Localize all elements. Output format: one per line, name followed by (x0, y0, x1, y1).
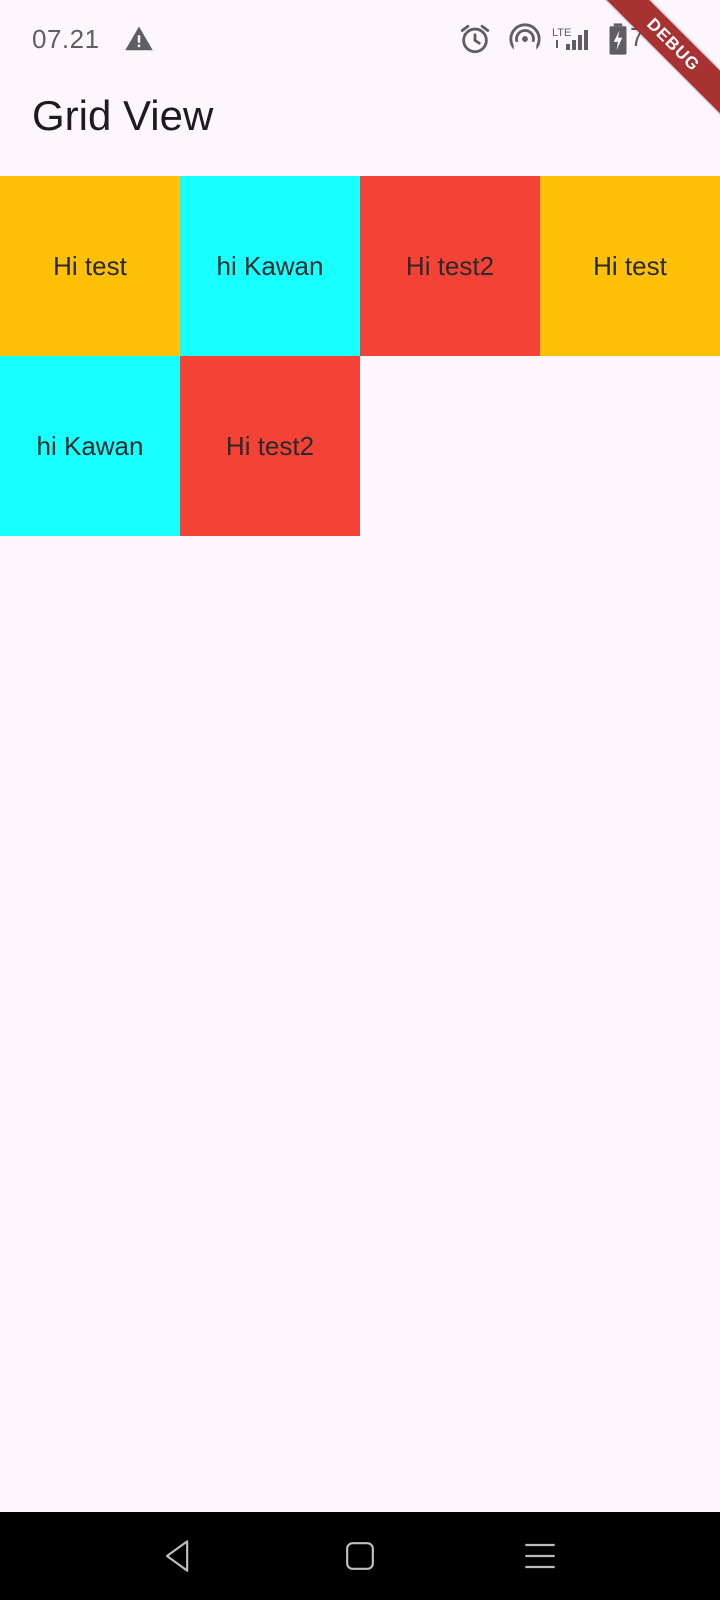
hotspot-icon (509, 23, 541, 56)
recents-menu-icon[interactable] (518, 1534, 562, 1578)
grid-tile-label: Hi test2 (225, 430, 315, 461)
status-bar: 07.21 LTE 7 % (0, 0, 720, 82)
network-label: LTE (552, 27, 571, 39)
grid-tile-label: hi Kawan (216, 250, 324, 281)
grid-tile-label: hi Kawan (36, 430, 144, 461)
battery-charging-icon (609, 23, 627, 55)
battery-percentage: 7 % (630, 22, 675, 52)
page-title: Grid View (32, 92, 214, 139)
grid-tile-label: Hi test (53, 250, 127, 281)
grid-tile[interactable]: hi Kawan (180, 176, 360, 356)
grid-tile[interactable]: Hi test2 (180, 356, 360, 536)
lte-signal-icon: LTE (552, 27, 588, 50)
grid-view: Hi test hi Kawan Hi test2 Hi test hi Kaw… (0, 176, 720, 536)
warning-icon (125, 26, 153, 51)
grid-tile-label: Hi test (593, 250, 667, 281)
grid-tile[interactable]: Hi test (540, 176, 720, 356)
app-bar: Grid View (0, 82, 720, 176)
grid-tile[interactable]: hi Kawan (0, 356, 180, 536)
grid-tile-label: Hi test2 (405, 250, 495, 281)
grid-tile[interactable]: Hi test (0, 176, 180, 356)
grid-tile[interactable]: Hi test2 (360, 176, 540, 356)
navigation-bar (0, 1512, 720, 1600)
home-icon[interactable] (338, 1534, 382, 1578)
status-time: 07.21 (32, 24, 100, 54)
back-icon[interactable] (156, 1534, 200, 1578)
alarm-icon (460, 24, 490, 54)
